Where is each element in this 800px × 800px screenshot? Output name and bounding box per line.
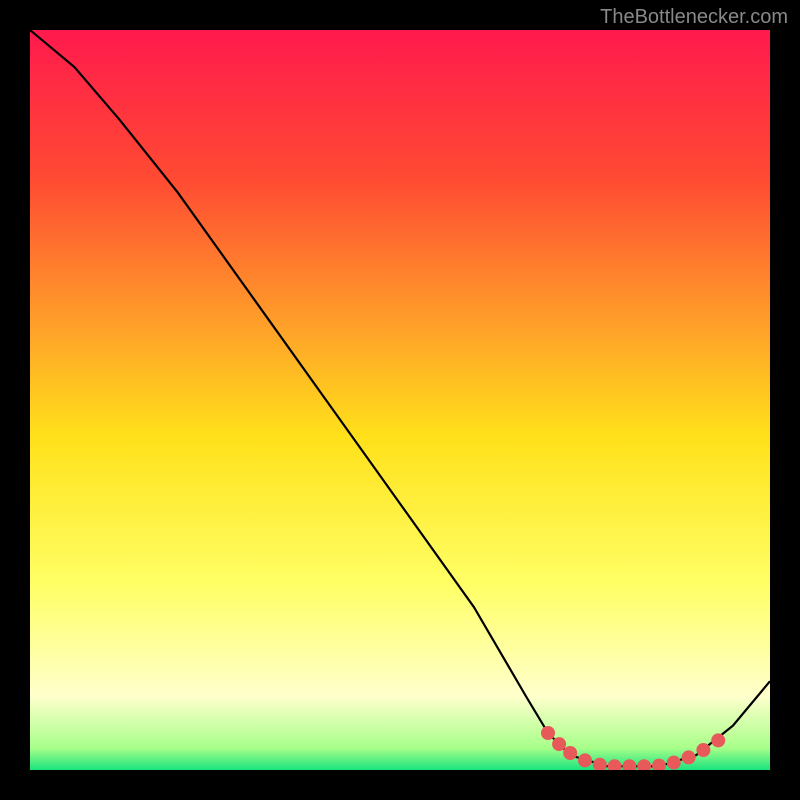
plot-area: [30, 30, 770, 770]
data-marker: [578, 753, 592, 767]
data-marker: [682, 750, 696, 764]
chart-svg: [30, 30, 770, 770]
data-marker: [696, 743, 710, 757]
data-marker: [552, 737, 566, 751]
data-marker: [711, 733, 725, 747]
data-marker: [563, 746, 577, 760]
chart-container: TheBottlenecker.com: [0, 0, 800, 800]
watermark-text: TheBottlenecker.com: [600, 6, 788, 29]
gradient-background: [30, 30, 770, 770]
data-marker: [667, 756, 681, 770]
data-marker: [541, 726, 555, 740]
